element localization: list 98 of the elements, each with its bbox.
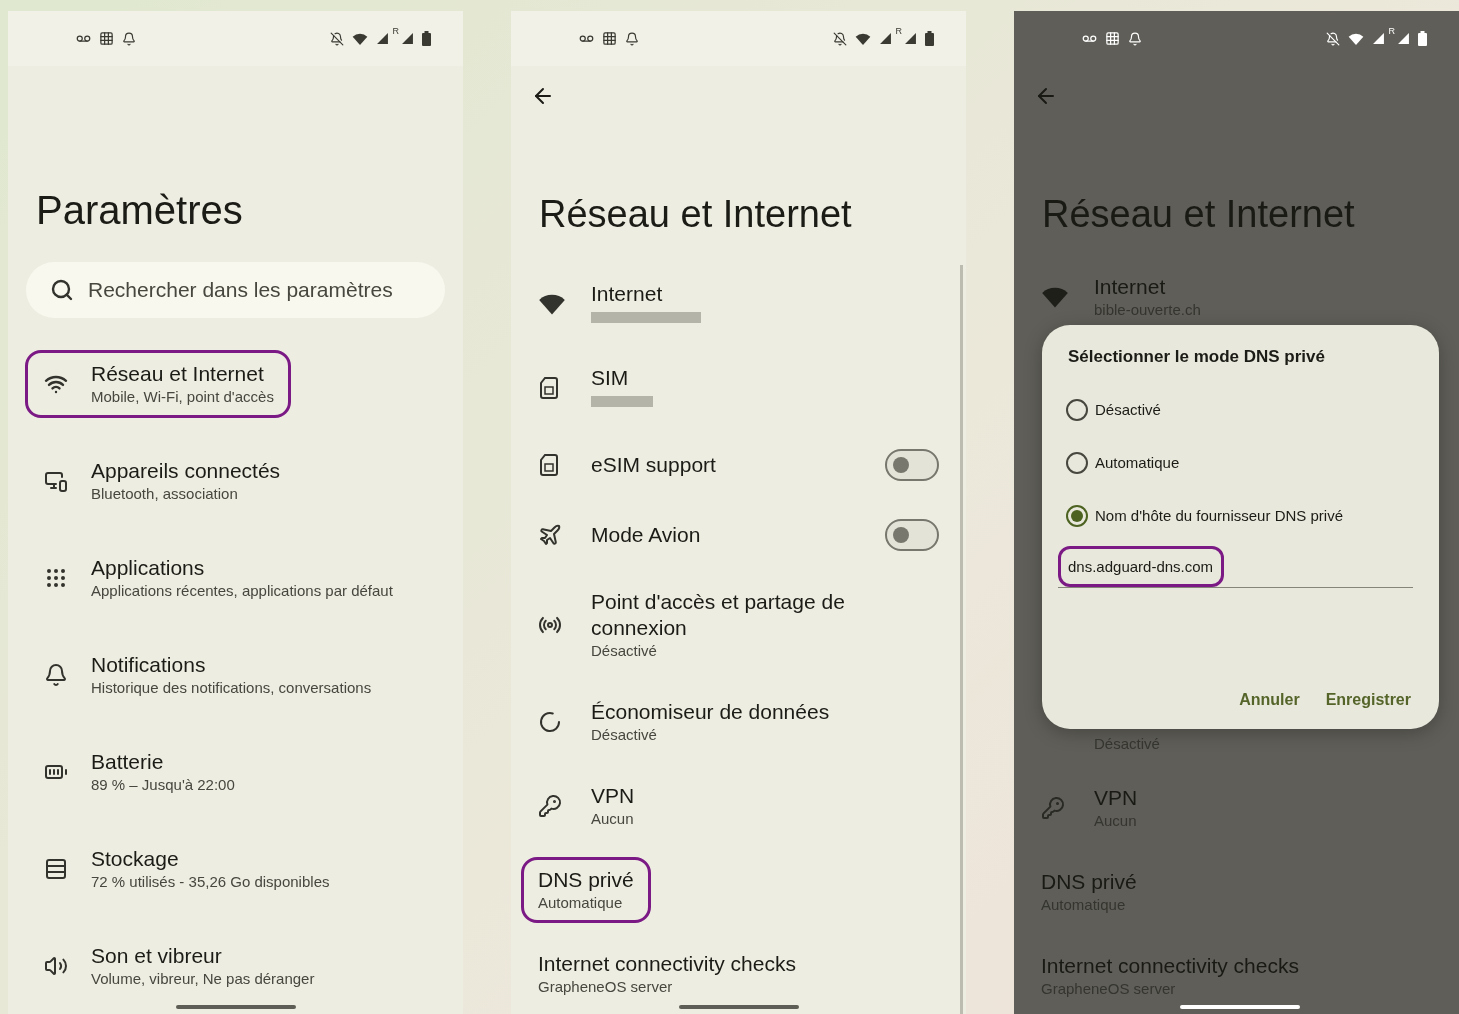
- item-title: Internet: [1094, 274, 1167, 300]
- signal-icon: [401, 32, 414, 45]
- settings-item[interactable]: Réseau et Internet Mobile, Wi-Fi, point d'accès: [25, 350, 291, 418]
- item-title: Appareils connectés: [91, 458, 282, 484]
- battery-icon: [925, 31, 934, 46]
- item-title: Son et vibreur: [91, 943, 223, 969]
- item-title: VPN: [591, 783, 636, 809]
- item-title: DNS privé: [1041, 869, 1138, 895]
- bell-icon: [122, 31, 136, 46]
- item-title: Batterie: [91, 749, 165, 775]
- item-subtitle: Désactivé: [591, 725, 658, 745]
- airplane-icon: [538, 523, 562, 547]
- item-title: DNS privé: [538, 867, 634, 893]
- dialog-button[interactable]: Annuler: [1239, 691, 1300, 709]
- speaker-icon: [44, 954, 68, 978]
- item-title: SIM: [591, 365, 630, 391]
- item-title: Stockage: [91, 846, 180, 872]
- settings-item[interactable]: DNS privé Automatique: [521, 857, 651, 923]
- sim-card-icon: [538, 453, 560, 477]
- item-subtitle: Bluetooth, association: [91, 484, 239, 504]
- battery-icon: [422, 31, 431, 46]
- settings-item[interactable]: Appareils connectés Bluetooth, association: [25, 447, 446, 515]
- settings-item[interactable]: SIM: [521, 355, 956, 421]
- item-title: Internet connectivity checks: [538, 951, 797, 977]
- item-subtitle: Aucun: [591, 809, 635, 829]
- hostname-field[interactable]: dns.adguard-dns.com: [1058, 546, 1413, 588]
- toggle-switch[interactable]: [885, 449, 939, 481]
- muted-icon: [1325, 31, 1340, 46]
- item-title: Applications: [91, 555, 206, 581]
- item-subtitle: Applications récentes, applications par défaut: [91, 581, 394, 601]
- roaming-label: R: [392, 26, 399, 36]
- settings-item[interactable]: Stockage 72 % utilisés - 35,26 Go disponibles: [25, 835, 446, 903]
- battery-icon: [1418, 31, 1427, 46]
- muted-icon: [329, 31, 344, 46]
- item-title: Internet connectivity checks: [1041, 953, 1300, 979]
- settings-item[interactable]: eSIM support: [521, 439, 956, 491]
- item-subtitle: Volume, vibreur, Ne pas déranger: [91, 969, 316, 989]
- settings-item[interactable]: Son et vibreur Volume, vibreur, Ne pas déranger: [25, 932, 446, 1000]
- search-icon: [50, 278, 74, 302]
- muted-icon: [832, 31, 847, 46]
- apps-grid-icon: [44, 566, 68, 590]
- item-subtitle: Historique des notifications, conversations: [91, 678, 373, 698]
- settings-item[interactable]: Internet: [521, 271, 956, 337]
- roaming-label: R: [895, 26, 902, 36]
- settings-item[interactable]: Notifications Historique des notifications, conversations: [25, 641, 446, 709]
- grid-icon: [602, 31, 617, 46]
- radio-button[interactable]: [1066, 451, 1088, 474]
- item-title: VPN: [1094, 785, 1139, 811]
- signal-icon: [1371, 32, 1385, 45]
- signal-icon: [1397, 32, 1410, 45]
- grid-icon: [99, 31, 114, 46]
- settings-item[interactable]: Point d'accès et partage de connexion Désactivé: [521, 579, 956, 671]
- item-subtitle: Désactivé: [591, 641, 658, 661]
- radio-button[interactable]: [1066, 398, 1088, 421]
- search-field[interactable]: Rechercher dans les paramètres: [26, 262, 445, 318]
- settings-item[interactable]: VPN Aucun: [521, 773, 956, 839]
- item-subtitle: GrapheneOS server: [538, 977, 674, 997]
- dialog-title: Sélectionner le mode DNS privé: [1068, 347, 1326, 367]
- page-title: Réseau et Internet: [1042, 192, 1356, 237]
- page-title: Paramètres: [36, 187, 244, 234]
- bell-icon: [44, 663, 68, 687]
- devices-icon: [44, 469, 68, 493]
- item-subtitle: Mobile, Wi-Fi, point d'accès: [91, 387, 274, 407]
- settings-item[interactable]: Internet connectivity checks GrapheneOS server: [521, 941, 956, 1007]
- item-title: Notifications: [91, 652, 207, 678]
- option-label: Désactivé: [1095, 401, 1161, 418]
- data-saver-icon: [538, 710, 562, 734]
- item-title: Réseau et Internet: [91, 361, 265, 387]
- toggle-switch[interactable]: [885, 519, 939, 551]
- page-title: Réseau et Internet: [539, 192, 853, 237]
- item-subtitle: 89 % – Jusqu'à 22:00: [91, 775, 236, 795]
- settings-item[interactable]: Applications Applications récentes, applications par défaut: [25, 544, 446, 612]
- option-label: Automatique: [1095, 454, 1180, 471]
- dialog-button[interactable]: Enregistrer: [1325, 691, 1411, 709]
- settings-item[interactable]: Économiseur de données Désactivé: [521, 689, 956, 755]
- key-icon: [538, 794, 562, 818]
- sim-card-icon: [538, 376, 560, 400]
- signal-icon: [878, 32, 892, 45]
- settings-item[interactable]: Batterie 89 % – Jusqu'à 22:00: [25, 738, 446, 806]
- settings-item[interactable]: Mode Avion: [521, 509, 956, 561]
- item-title: Point d'accès et partage de connexion: [591, 589, 846, 641]
- radio-button[interactable]: [1066, 504, 1088, 527]
- item-title: Internet: [591, 281, 664, 307]
- grid-icon: [1105, 31, 1120, 46]
- storage-icon: [44, 857, 68, 881]
- roaming-label: R: [1388, 26, 1395, 36]
- item-subtitle: 72 % utilisés - 35,26 Go disponibles: [91, 872, 331, 892]
- item-title: eSIM support: [591, 452, 717, 478]
- item-title: Mode Avion: [591, 522, 702, 548]
- item-subtitle: Automatique: [538, 893, 624, 913]
- signal-icon: [904, 32, 917, 45]
- signal-icon: [375, 32, 389, 45]
- option-label: Nom d'hôte du fournisseur DNS privé: [1095, 507, 1343, 524]
- field-value: dns.adguard-dns.com: [1058, 546, 1225, 587]
- bell-icon: [1128, 31, 1142, 46]
- key-icon: [1041, 796, 1065, 820]
- bell-icon: [625, 31, 639, 46]
- item-title: Économiseur de données: [591, 699, 831, 725]
